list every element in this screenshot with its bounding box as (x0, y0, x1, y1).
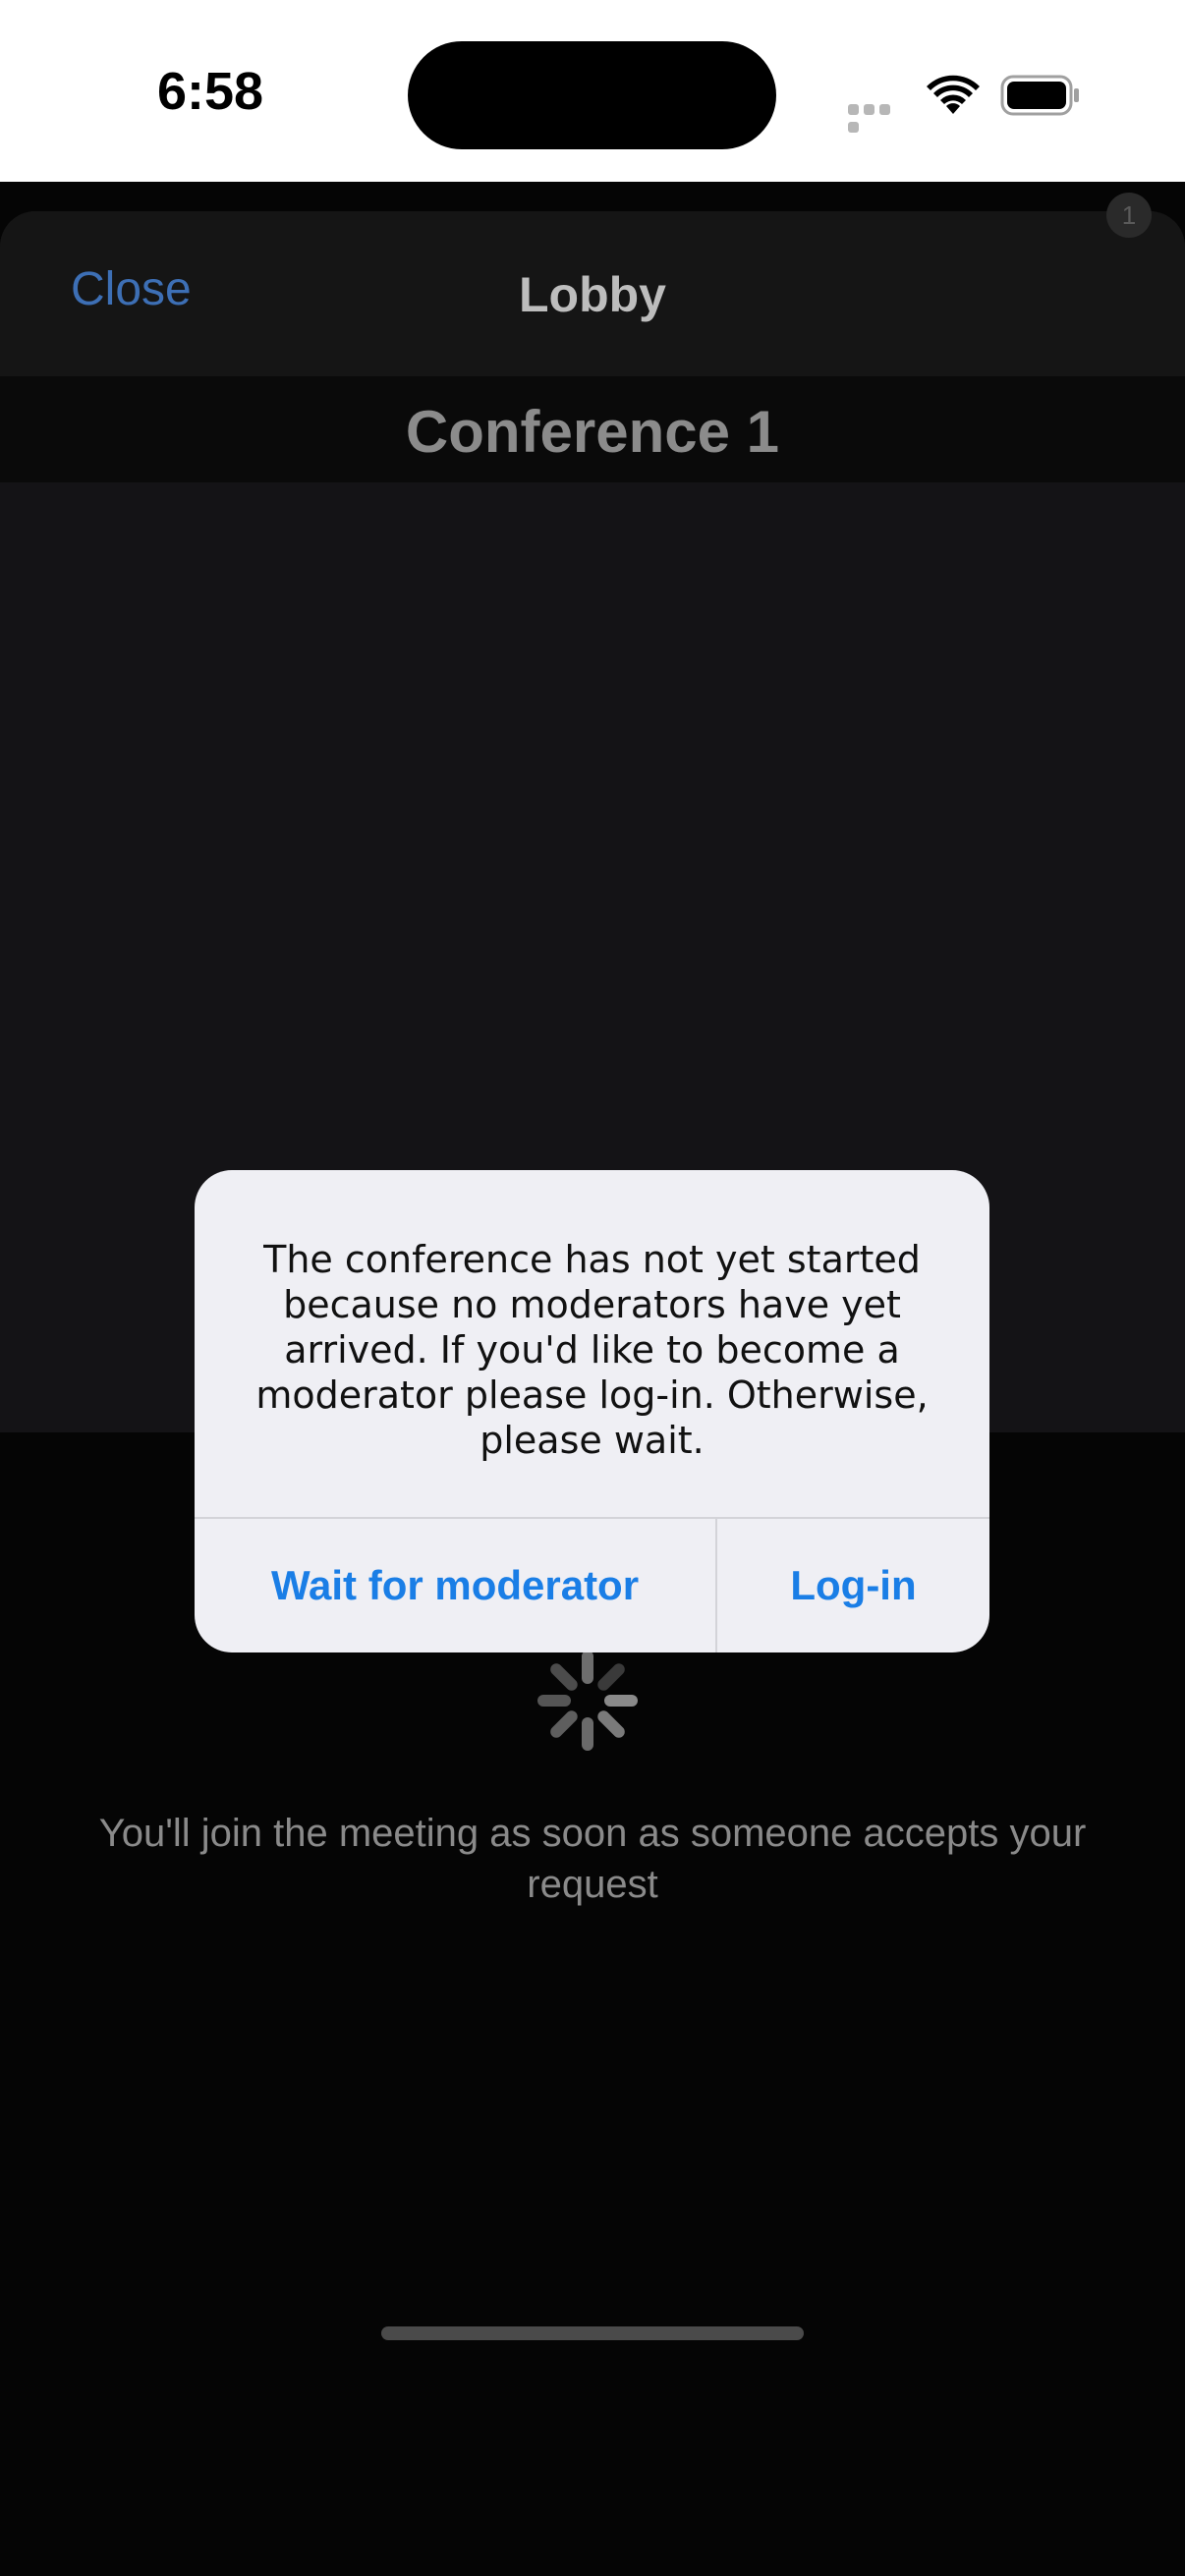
dynamic-island (408, 41, 776, 149)
screen: 6:58 Close Lobby Conference 1 1 Asking (0, 0, 1185, 2576)
loading-spinner-icon (537, 1651, 638, 1751)
battery-icon (1000, 75, 1079, 116)
status-bar: 6:58 (0, 0, 1185, 182)
nav-title: Lobby (519, 267, 666, 322)
nav-bar: Close Lobby (0, 211, 1185, 376)
log-in-button[interactable]: Log-in (717, 1519, 989, 1652)
wifi-icon (927, 75, 980, 114)
lobby-info-text: You'll join the meeting as soon as someo… (98, 1812, 1087, 1906)
home-indicator[interactable] (381, 2326, 804, 2340)
cellular-signal-icon (848, 102, 907, 133)
wait-for-moderator-button[interactable]: Wait for moderator (195, 1519, 715, 1652)
status-time: 6:58 (157, 62, 264, 121)
conference-title: Conference 1 (405, 399, 780, 465)
alert-message: The conference has not yet started becau… (255, 1238, 929, 1462)
conference-header: Conference 1 (0, 376, 1185, 482)
notification-badge: 1 (1106, 193, 1152, 238)
moderator-alert: The conference has not yet started becau… (195, 1170, 989, 1652)
